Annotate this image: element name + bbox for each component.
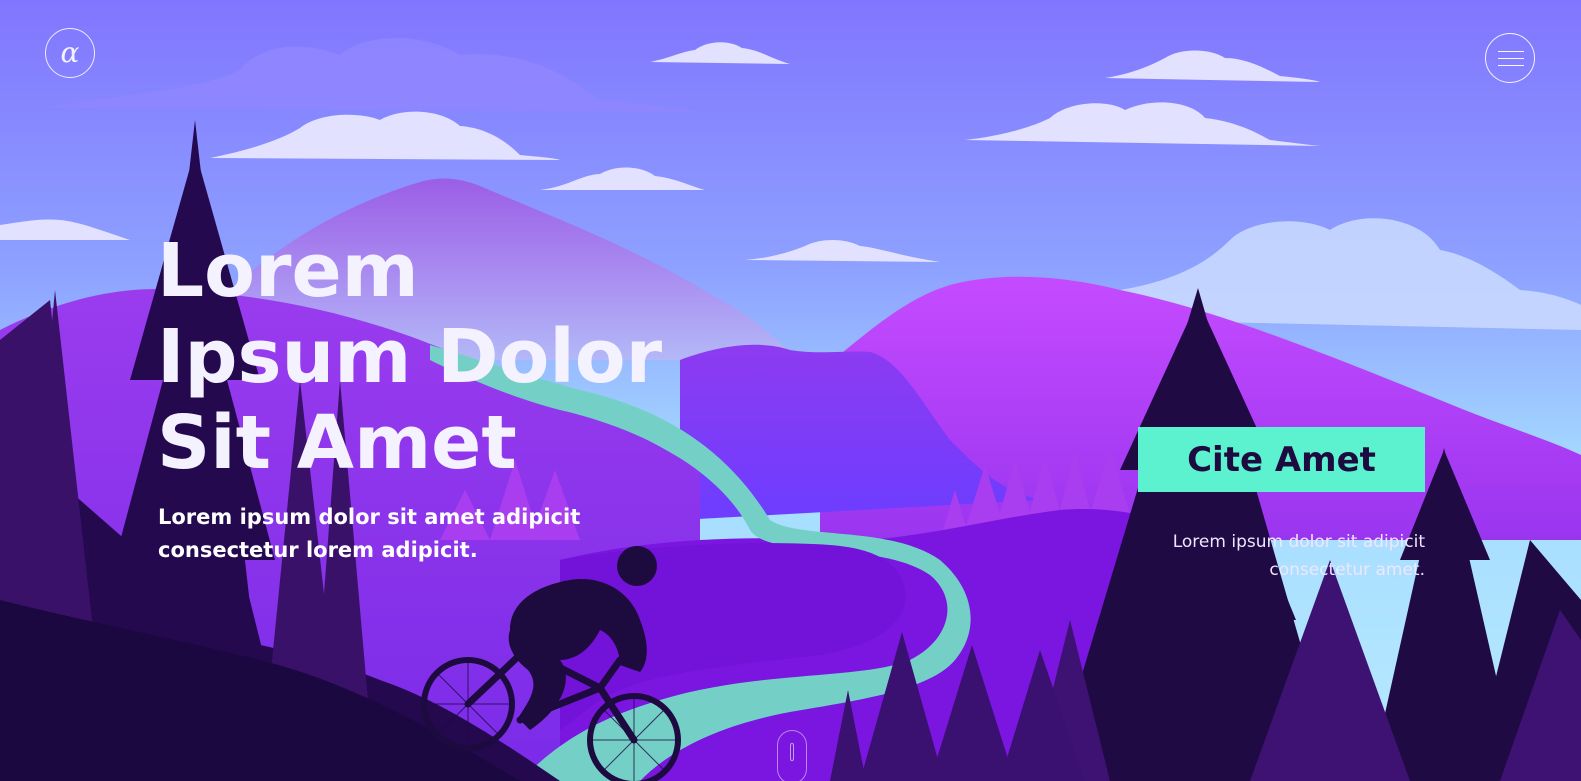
mouse-scroll-icon[interactable]: [777, 730, 807, 781]
hero-headline-line-1: Lorem: [157, 228, 419, 314]
cite-amet-button[interactable]: Cite Amet: [1138, 427, 1425, 492]
hero-headline-line-2: Ipsum Dolor: [157, 314, 663, 400]
hero-section: α Lorem Ipsum Dolor Sit Amet Lorem ipsum…: [0, 0, 1581, 781]
hero-headline-line-3: Sit Amet: [157, 400, 517, 486]
scroll-wheel-indicator: [790, 743, 794, 761]
hero-headline: Lorem Ipsum Dolor Sit Amet: [157, 228, 662, 486]
side-description: Lorem ipsum dolor sit adipicit consectet…: [1172, 532, 1425, 580]
hamburger-menu-button[interactable]: [1485, 33, 1535, 83]
alpha-logo-icon: α: [60, 36, 80, 69]
hero-subtitle: Lorem ipsum dolor sit amet adipicit cons…: [158, 505, 581, 562]
brand-logo[interactable]: α: [45, 28, 95, 78]
